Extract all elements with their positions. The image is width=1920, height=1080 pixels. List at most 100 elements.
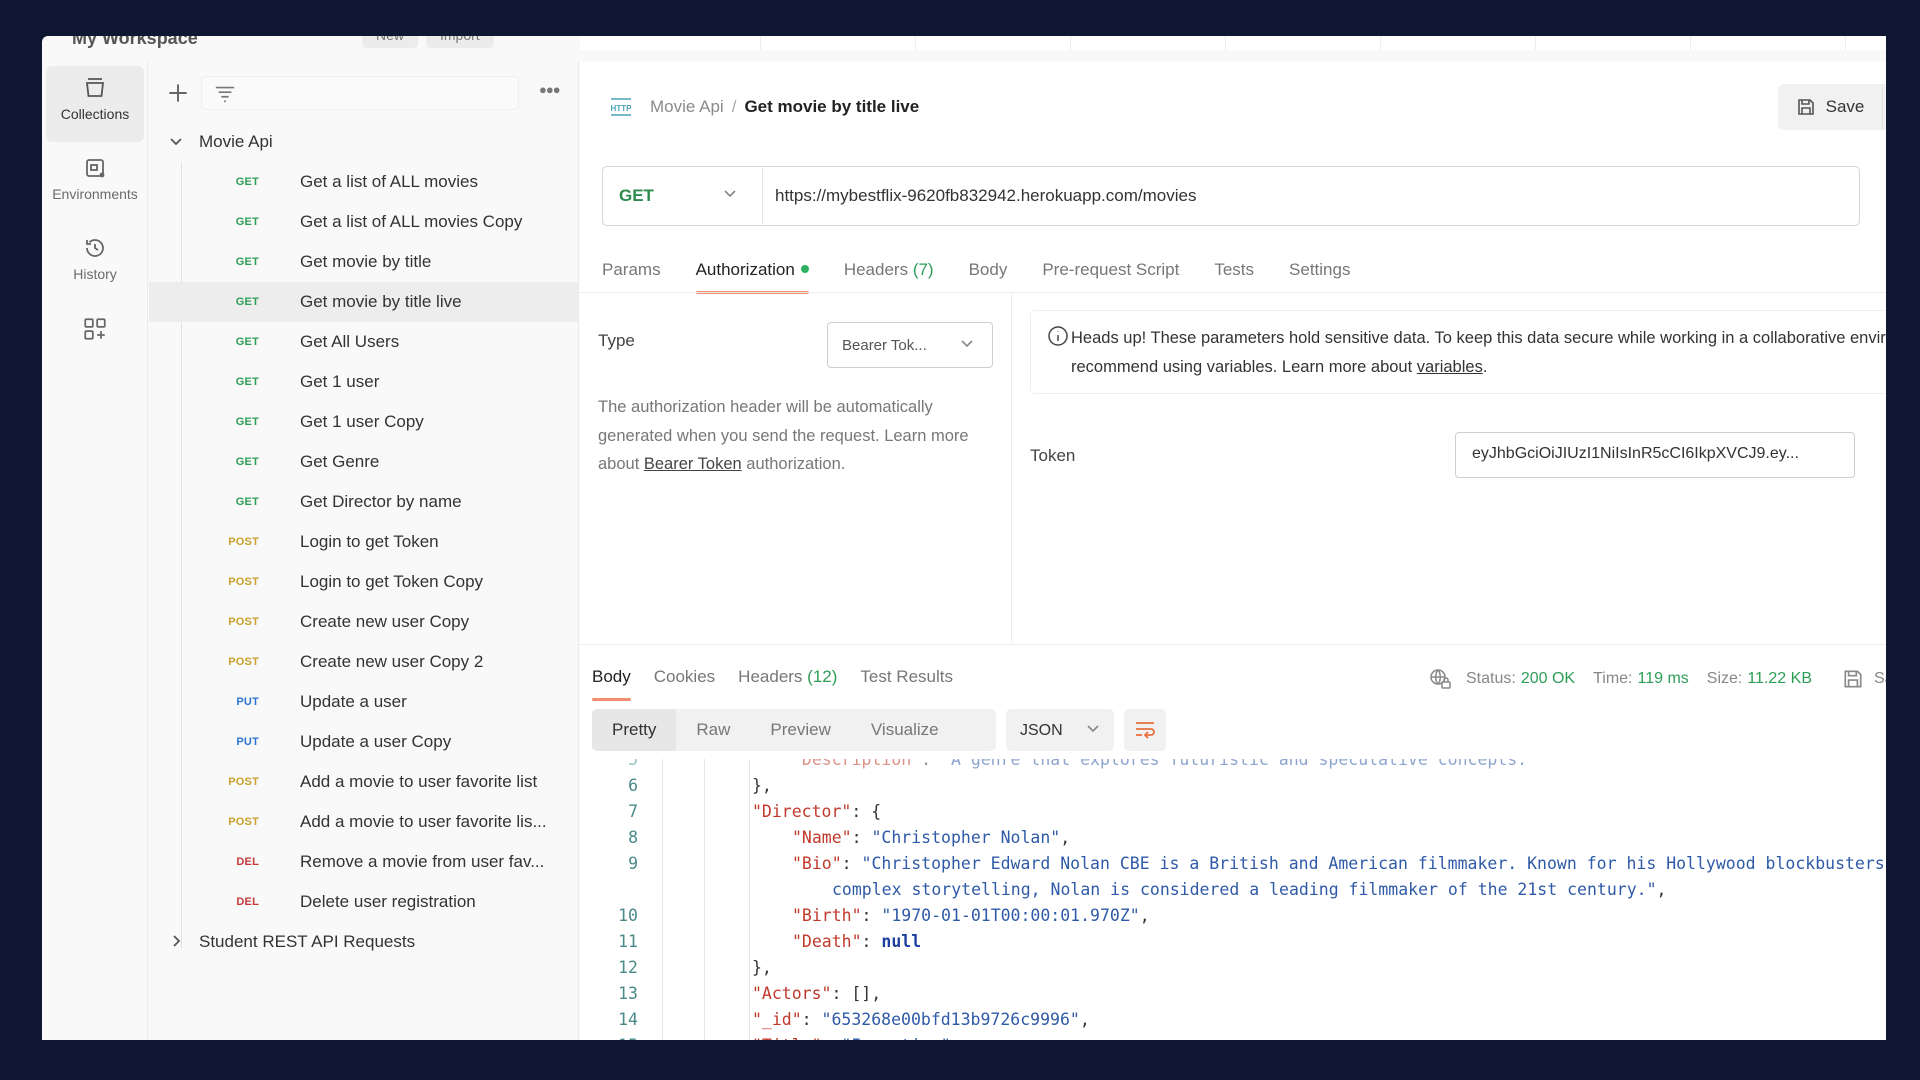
code-line: 9 "Bio": "Christopher Edward Nolan CBE is… (580, 851, 1886, 877)
response-tab-cookies[interactable]: Cookies (654, 667, 715, 707)
more-options-icon[interactable]: ●●● (539, 82, 565, 102)
request-item[interactable]: GET Get Genre (149, 442, 579, 482)
request-item[interactable]: POST Add a movie to user favorite lis... (149, 802, 579, 842)
method-badge: POST (228, 536, 259, 548)
method-select[interactable]: GET (603, 167, 763, 225)
request-item[interactable]: PUT Update a user Copy (149, 722, 579, 762)
view-raw[interactable]: Raw (676, 709, 750, 751)
rail-item-collections[interactable]: Collections (46, 66, 144, 142)
variables-link[interactable]: variables (1417, 358, 1483, 376)
wrap-lines-button[interactable] (1124, 709, 1166, 751)
size-value[interactable]: 11.22 KB (1747, 670, 1812, 688)
method-badge: GET (235, 176, 259, 188)
chevron-right-icon[interactable] (169, 922, 185, 962)
code-text: "_id": "653268e00bfd13b9726c9996", (752, 1007, 1090, 1033)
method-badge: GET (235, 216, 259, 228)
request-name: Login to get Token (300, 532, 439, 551)
rail-item-environments[interactable]: Environments (46, 146, 144, 222)
method-badge: GET (235, 496, 259, 508)
status-value[interactable]: 200 OK (1521, 670, 1575, 688)
code-text: "Description": "A genre that explores fu… (792, 759, 1537, 773)
chevron-down-icon (1087, 725, 1099, 733)
open-tab[interactable] (916, 36, 1071, 50)
code-text: "Actors": [], (752, 981, 881, 1007)
request-item[interactable]: POST Add a movie to user favorite list (149, 762, 579, 802)
open-tab[interactable] (1691, 36, 1846, 50)
request-item[interactable]: POST Login to get Token (149, 522, 579, 562)
request-item[interactable]: GET Get Director by name (149, 482, 579, 522)
icon-rail: Collections Environments History (42, 62, 148, 1040)
save-response-button[interactable]: Save (1842, 668, 1886, 690)
line-number: 7 (628, 802, 638, 821)
json-key: "Actors" (752, 984, 832, 1003)
request-item[interactable]: GET Get 1 user Copy (149, 402, 579, 442)
time-value[interactable]: 119 ms (1637, 670, 1688, 688)
bearer-token-link[interactable]: Bearer Token (644, 455, 742, 473)
request-item[interactable]: DEL Delete user registration (149, 882, 579, 922)
response-tab-headers[interactable]: Headers (12) (738, 667, 837, 707)
view-preview[interactable]: Preview (750, 709, 850, 751)
request-item[interactable]: GET Get All Users (149, 322, 579, 362)
auth-type-value: Bearer Tok... (842, 337, 927, 354)
token-input[interactable]: eyJhbGciOiJIUzI1NiIsInR5cCI6IkpXVCJ9.ey.… (1455, 432, 1855, 478)
open-tab[interactable] (1381, 36, 1536, 50)
rail-item-history[interactable]: History (46, 226, 144, 302)
auth-help-text: The authorization header will be automat… (598, 398, 969, 473)
auth-type-select[interactable]: Bearer Tok... (827, 322, 993, 368)
breadcrumb-parent[interactable]: Movie Api (650, 97, 724, 117)
chevron-down-icon[interactable] (169, 122, 185, 162)
request-item[interactable]: POST Login to get Token Copy (149, 562, 579, 602)
new-button[interactable]: New (362, 36, 419, 48)
json-string: complex storytelling, Nolan is considere… (832, 880, 1657, 899)
request-title[interactable]: Get movie by title live (744, 97, 919, 117)
view-visualize[interactable]: Visualize (851, 709, 959, 751)
search-collections-input[interactable] (201, 76, 519, 110)
request-item[interactable]: GET Get 1 user (149, 362, 579, 402)
json-string: "653268e00bfd13b9726c9996" (821, 1010, 1080, 1029)
response-tab-test-results[interactable]: Test Results (860, 667, 953, 707)
workspace-title[interactable]: My Workspace (72, 36, 198, 49)
format-select[interactable]: JSON (1006, 709, 1114, 751)
breadcrumb: HTTP Movie Api / Get movie by title live (608, 92, 920, 122)
method-badge: GET (235, 376, 259, 388)
code-line: 13 "Actors": [], (580, 981, 1886, 1007)
import-button[interactable]: Import (426, 36, 494, 48)
request-item[interactable]: GET Get movie by title live (149, 282, 579, 322)
save-button[interactable]: Save (1778, 84, 1882, 130)
url-input[interactable] (775, 167, 1845, 225)
request-item[interactable]: GET Get a list of ALL movies (149, 162, 579, 202)
json-key: "Director" (752, 802, 852, 821)
request-item[interactable]: GET Get movie by title (149, 242, 579, 282)
open-tab[interactable] (606, 36, 761, 50)
collection-movie-api[interactable]: Movie Api (149, 122, 579, 162)
request-item[interactable]: DEL Remove a movie from user fav... (149, 842, 579, 882)
request-name: Get 1 user (300, 372, 380, 391)
response-body-code[interactable]: 5 "Description": "A genre that explores f… (580, 759, 1886, 1040)
open-tab-active[interactable] (1071, 36, 1226, 50)
add-collection-icon[interactable] (165, 80, 191, 106)
rail-label: Collections (60, 106, 130, 122)
top-header-strip: My Workspace New Import (42, 36, 1886, 50)
request-item[interactable]: PUT Update a user (149, 682, 579, 722)
response-tab-body[interactable]: Body (592, 667, 631, 707)
rail-label: History (73, 266, 117, 282)
save-options-dropdown[interactable] (1882, 84, 1886, 130)
network-lock-icon[interactable] (1428, 667, 1452, 691)
request-item[interactable]: POST Create new user Copy 2 (149, 642, 579, 682)
view-pretty[interactable]: Pretty (592, 709, 677, 751)
rail-item-add-apps[interactable] (46, 306, 144, 382)
json-punct: , (1060, 828, 1071, 847)
open-tab[interactable] (761, 36, 916, 50)
time-label: Time: (1593, 670, 1633, 687)
save-button-group: Save (1778, 84, 1886, 130)
json-key: "_id" (752, 1010, 802, 1029)
request-item[interactable]: POST Create new user Copy (149, 602, 579, 642)
postman-window: My Workspace New Import Collections Envi… (42, 36, 1886, 1040)
open-tab[interactable] (1226, 36, 1381, 50)
collection-student-rest-api[interactable]: Student REST API Requests (149, 922, 579, 962)
json-key: "Bio" (792, 854, 842, 873)
save-label: Save (1825, 97, 1865, 116)
request-name: Get Genre (300, 452, 380, 471)
request-item[interactable]: GET Get a list of ALL movies Copy (149, 202, 579, 242)
open-tab[interactable] (1536, 36, 1691, 50)
